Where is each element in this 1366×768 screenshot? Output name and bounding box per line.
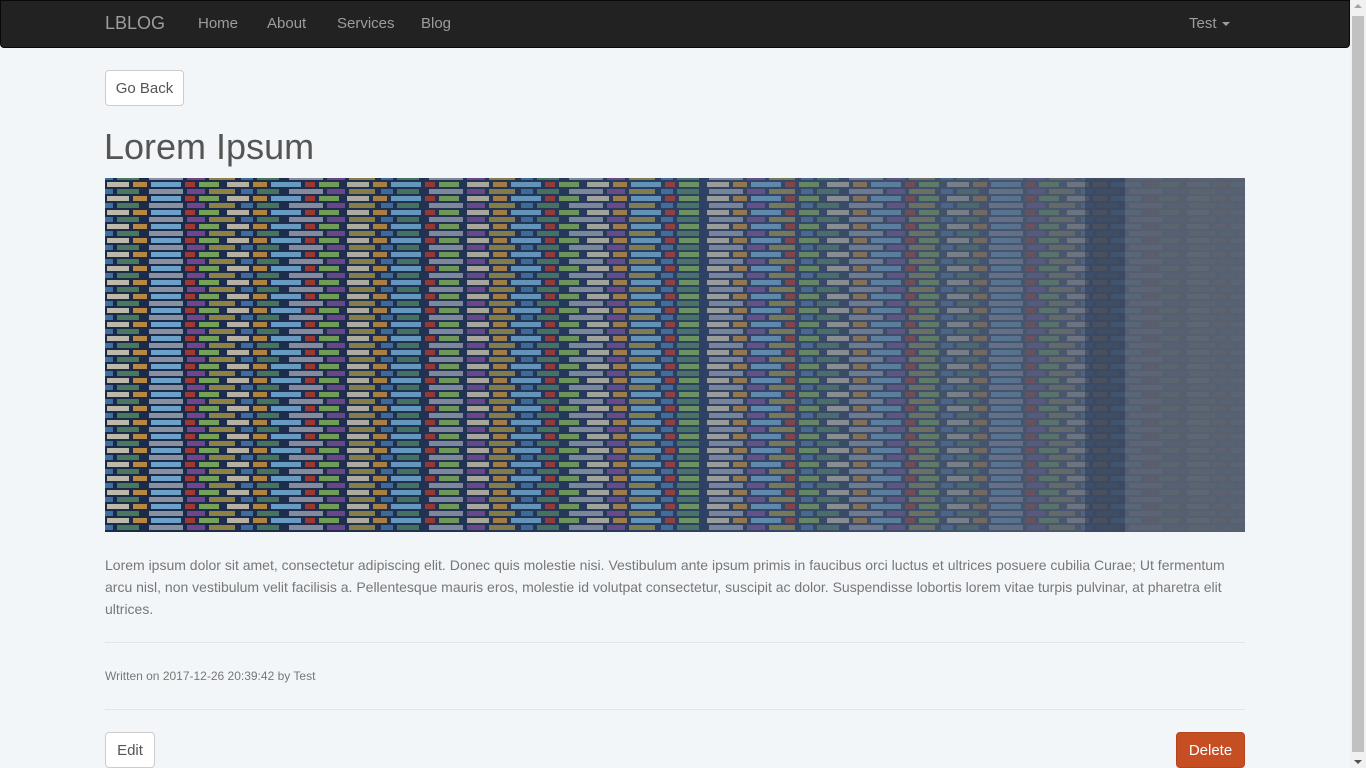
divider <box>105 709 1245 710</box>
post-author: Test <box>293 669 316 683</box>
nav-link-home[interactable]: Home <box>198 15 238 32</box>
vertical-scrollbar[interactable] <box>1350 0 1366 768</box>
post-title: Lorem Ipsum <box>104 126 315 167</box>
user-dropdown[interactable]: Test <box>1189 15 1230 32</box>
divider <box>105 642 1245 643</box>
scroll-up-arrow-icon[interactable] <box>1354 4 1362 8</box>
post-body: Lorem ipsum dolor sit amet, consectetur … <box>105 557 1225 617</box>
nav-link-services[interactable]: Services <box>337 15 395 32</box>
caret-down-icon <box>1221 22 1230 27</box>
nav-link-blog[interactable]: Blog <box>421 15 451 32</box>
post-cover-image <box>105 178 1245 532</box>
post-meta: Written on 2017-12-26 20:39:42 by Test <box>105 669 315 683</box>
nav-link-about[interactable]: About <box>267 15 306 32</box>
post-date: 2017-12-26 20:39:42 <box>162 669 275 683</box>
scrollbar-thumb[interactable] <box>1352 16 1364 752</box>
brand-logo[interactable]: LBLOG <box>105 13 165 34</box>
meta-by: by <box>277 669 291 683</box>
delete-button[interactable]: Delete <box>1176 732 1245 768</box>
go-back-button[interactable]: Go Back <box>105 70 184 106</box>
meta-prefix: Written on <box>105 669 160 683</box>
user-name: Test <box>1189 15 1217 32</box>
edit-button[interactable]: Edit <box>105 732 155 768</box>
navbar: LBLOG Home About Services Blog Test <box>0 0 1350 48</box>
scroll-down-arrow-icon[interactable] <box>1354 760 1362 764</box>
